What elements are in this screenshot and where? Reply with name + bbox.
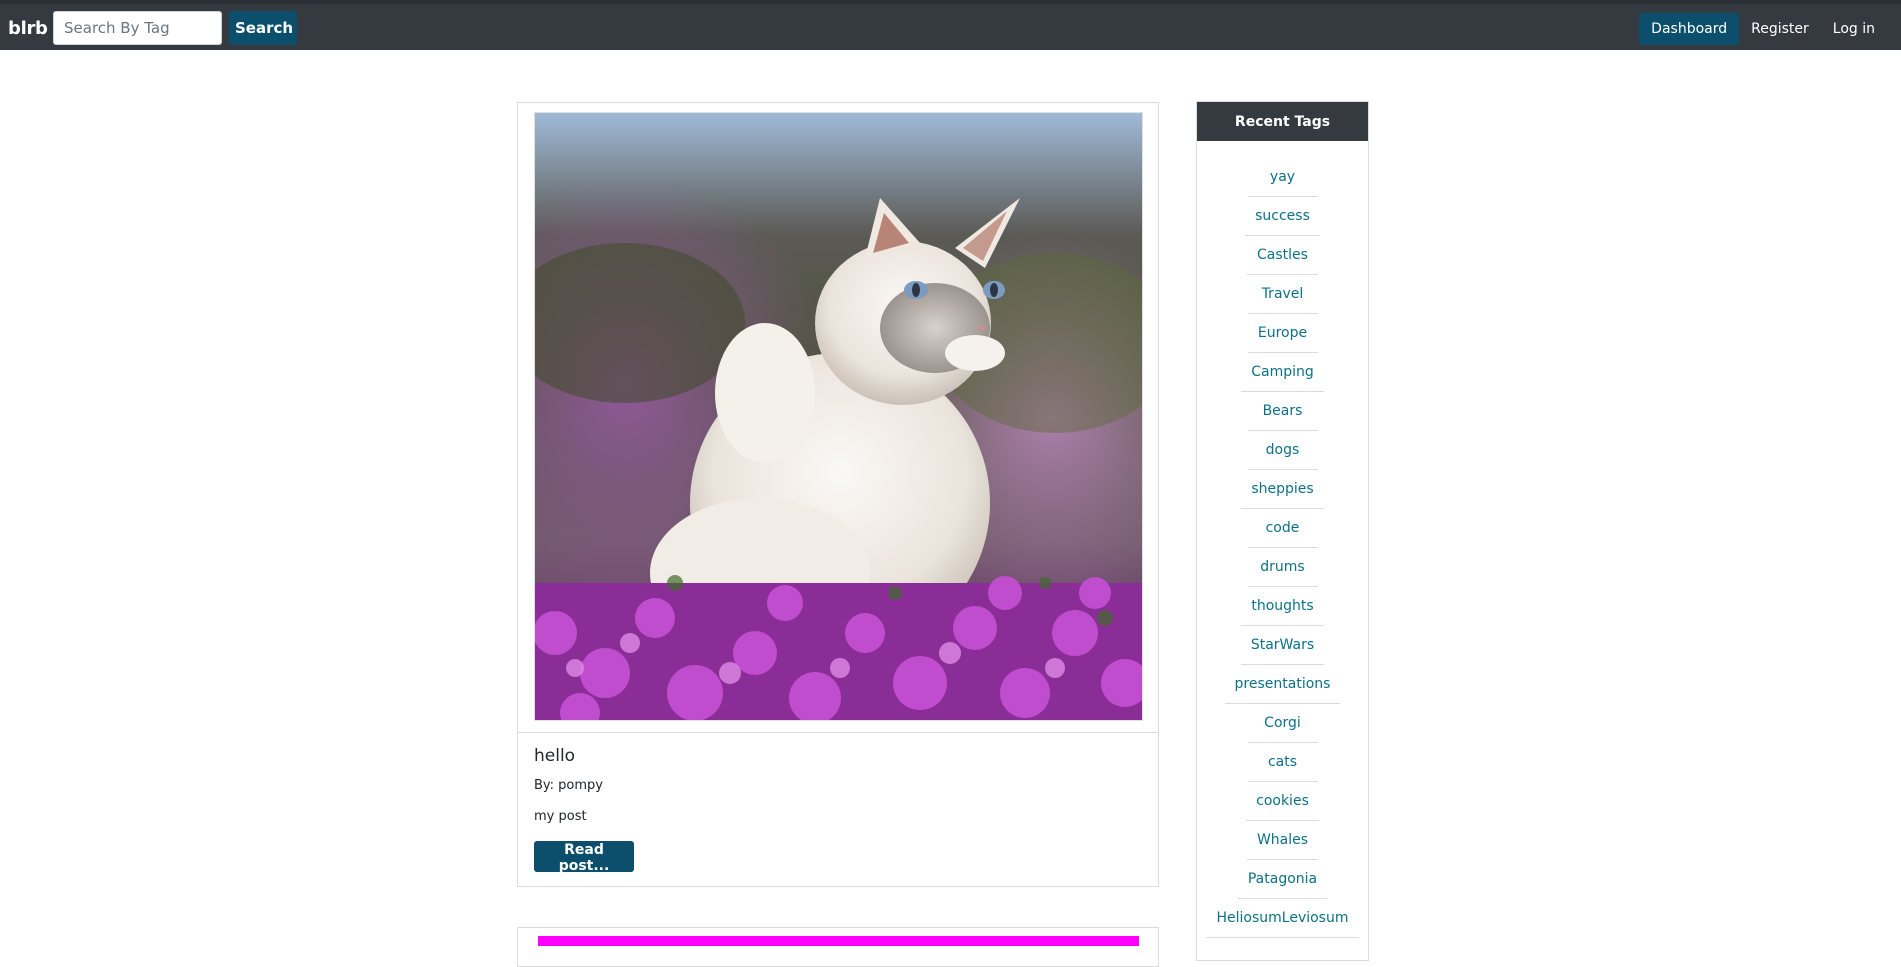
tag-link-yay[interactable]: yay (1247, 158, 1318, 197)
next-post-card (517, 927, 1159, 967)
tag-item: thoughts (1197, 587, 1368, 626)
tag-item: sheppies (1197, 470, 1368, 509)
sidebar-title: Recent Tags (1197, 102, 1368, 141)
tag-item: StarWars (1197, 626, 1368, 665)
tag-item: Europe (1197, 314, 1368, 353)
tag-link-patagonia[interactable]: Patagonia (1237, 860, 1328, 899)
tag-item: cats (1197, 743, 1368, 782)
tag-link-travel[interactable]: Travel (1247, 275, 1318, 314)
tag-link-sheppies[interactable]: sheppies (1241, 470, 1324, 509)
tag-link-success[interactable]: success (1245, 197, 1320, 236)
tag-item: success (1197, 197, 1368, 236)
search-button[interactable]: Search (229, 11, 297, 45)
post-excerpt: my post (534, 809, 587, 824)
card-divider (518, 732, 1158, 733)
search-input[interactable] (53, 11, 222, 45)
tag-item: Patagonia (1197, 860, 1368, 899)
tag-link-heliosumleviosum[interactable]: HeliosumLeviosum (1206, 899, 1359, 938)
tag-link-castles[interactable]: Castles (1247, 236, 1318, 275)
tag-link-cookies[interactable]: cookies (1246, 782, 1319, 821)
post-title: hello (534, 746, 576, 766)
tag-link-bears[interactable]: Bears (1247, 392, 1318, 431)
tag-link-whales[interactable]: Whales (1246, 821, 1319, 860)
tag-item: Camping (1197, 353, 1368, 392)
tag-link-europe[interactable]: Europe (1247, 314, 1318, 353)
post-author: By: pompy (534, 778, 603, 793)
cat-photo-icon (535, 113, 1142, 720)
tag-item: drums (1197, 548, 1368, 587)
nav-link-dashboard[interactable]: Dashboard (1639, 13, 1740, 45)
tag-link-presentations[interactable]: presentations (1224, 665, 1341, 704)
tag-item: dogs (1197, 431, 1368, 470)
nav-links: Dashboard Register Log in (1639, 12, 1887, 46)
tag-item: code (1197, 509, 1368, 548)
tag-link-starwars[interactable]: StarWars (1240, 626, 1325, 665)
tag-item: yay (1197, 158, 1368, 197)
recent-tags-sidebar: Recent Tags yay success Castles Travel E… (1196, 101, 1369, 961)
tag-link-code[interactable]: code (1247, 509, 1318, 548)
post-image[interactable] (534, 112, 1143, 721)
tag-item: Corgi (1197, 704, 1368, 743)
tag-link-corgi[interactable]: Corgi (1247, 704, 1318, 743)
nav-link-register[interactable]: Register (1739, 13, 1821, 45)
tag-link-dogs[interactable]: dogs (1247, 431, 1318, 470)
tag-item: Travel (1197, 275, 1368, 314)
post-card: hello By: pompy my post Read post... (517, 102, 1159, 887)
tag-link-drums[interactable]: drums (1247, 548, 1318, 587)
tag-item: Bears (1197, 392, 1368, 431)
tag-item: presentations (1197, 665, 1368, 704)
nav-link-login[interactable]: Log in (1821, 13, 1887, 45)
brand-logo[interactable]: blrb (8, 18, 48, 39)
tag-link-thoughts[interactable]: thoughts (1241, 587, 1324, 626)
tag-item: cookies (1197, 782, 1368, 821)
read-post-button[interactable]: Read post... (534, 841, 634, 874)
next-post-image[interactable] (538, 936, 1139, 946)
tag-item: Castles (1197, 236, 1368, 275)
tag-list: yay success Castles Travel Europe Campin… (1197, 141, 1368, 938)
tag-item: Whales (1197, 821, 1368, 860)
tag-link-cats[interactable]: cats (1247, 743, 1318, 782)
top-navbar: blrb Search Dashboard Register Log in (0, 0, 1901, 50)
tag-link-camping[interactable]: Camping (1241, 353, 1324, 392)
tag-item: HeliosumLeviosum (1197, 899, 1368, 938)
